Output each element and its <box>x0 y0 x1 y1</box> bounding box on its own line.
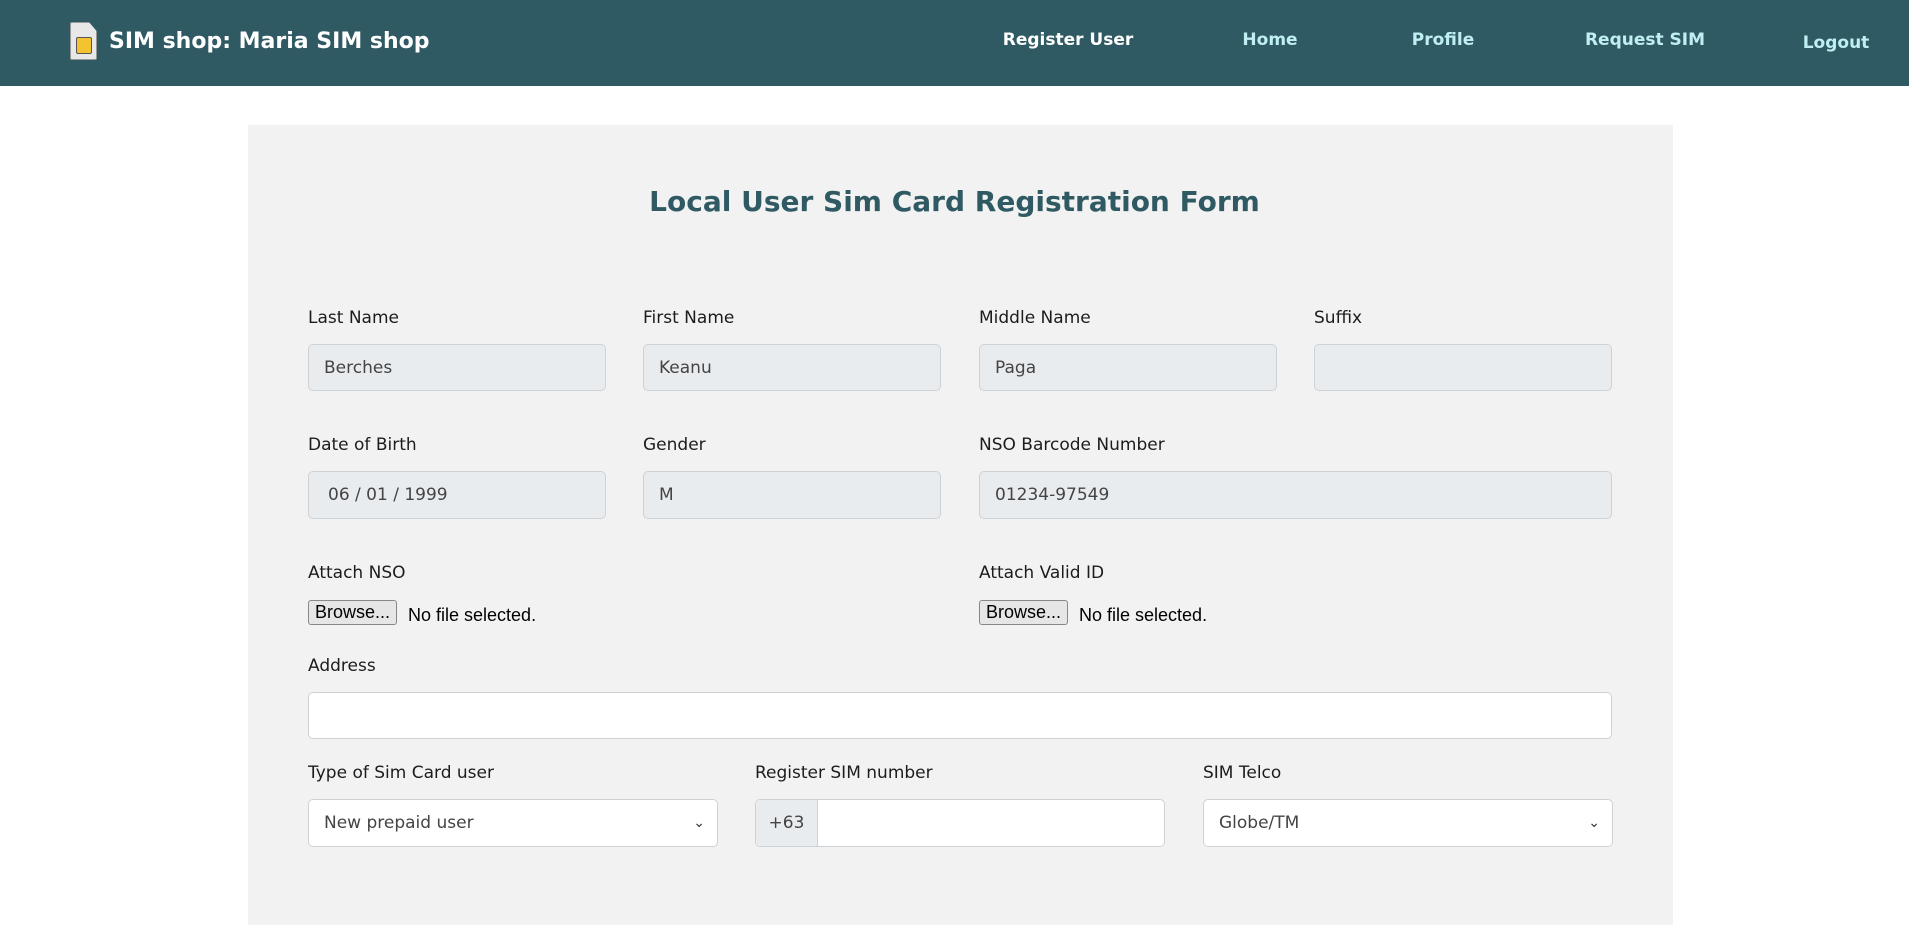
attach-nso-browse-button[interactable]: Browse... <box>308 600 398 625</box>
nav-profile[interactable]: Profile <box>1412 30 1474 50</box>
attach-id-label: Attach Valid ID <box>979 563 1105 583</box>
nav-logout[interactable]: Logout <box>1803 33 1870 53</box>
chevron-down-icon: ⌄ <box>1588 815 1600 831</box>
sim-type-select[interactable]: New prepaid user ⌄ <box>308 799 718 847</box>
gender-label: Gender <box>643 435 706 455</box>
sim-number-input[interactable]: +63 <box>755 799 1165 847</box>
dob-input[interactable]: 06 / 01 / 1999 <box>308 471 606 519</box>
attach-nso-status: No file selected. <box>408 605 537 625</box>
nav-register-user[interactable]: Register User <box>1003 30 1134 50</box>
chevron-down-icon: ⌄ <box>693 815 705 831</box>
gender-input[interactable]: M <box>643 471 941 519</box>
middle-name-input[interactable]: Paga <box>979 344 1277 391</box>
nav-request-sim[interactable]: Request SIM <box>1585 30 1705 50</box>
sim-card-icon <box>70 22 97 60</box>
nav-home[interactable]: Home <box>1242 30 1297 50</box>
brand-title: SIM shop: Maria SIM shop <box>109 28 430 54</box>
address-label: Address <box>308 656 376 676</box>
nso-barcode-label: NSO Barcode Number <box>979 435 1165 455</box>
suffix-input[interactable] <box>1314 344 1612 391</box>
sim-type-label: Type of Sim Card user <box>308 763 494 783</box>
attach-id-browse-button[interactable]: Browse... <box>979 600 1069 625</box>
attach-nso-label: Attach NSO <box>308 563 406 583</box>
last-name-input[interactable]: Berches <box>308 344 606 391</box>
first-name-input[interactable]: Keanu <box>643 344 941 391</box>
telco-value: Globe/TM <box>1219 813 1300 833</box>
dob-label: Date of Birth <box>308 435 417 455</box>
form-title: Local User Sim Card Registration Form <box>649 185 1260 218</box>
sim-type-value: New prepaid user <box>324 813 474 833</box>
attach-id-status: No file selected. <box>1079 605 1208 625</box>
country-code-prefix: +63 <box>756 800 818 846</box>
suffix-label: Suffix <box>1314 308 1363 328</box>
brand[interactable]: SIM shop: Maria SIM shop <box>70 22 430 60</box>
telco-label: SIM Telco <box>1203 763 1282 783</box>
first-name-label: First Name <box>643 308 735 328</box>
nso-barcode-input[interactable]: 01234-97549 <box>979 471 1612 519</box>
top-navbar: SIM shop: Maria SIM shop Register User H… <box>0 0 1909 86</box>
address-input[interactable] <box>308 692 1612 739</box>
middle-name-label: Middle Name <box>979 308 1091 328</box>
last-name-label: Last Name <box>308 308 399 328</box>
telco-select[interactable]: Globe/TM ⌄ <box>1203 799 1613 847</box>
sim-number-label: Register SIM number <box>755 763 933 783</box>
